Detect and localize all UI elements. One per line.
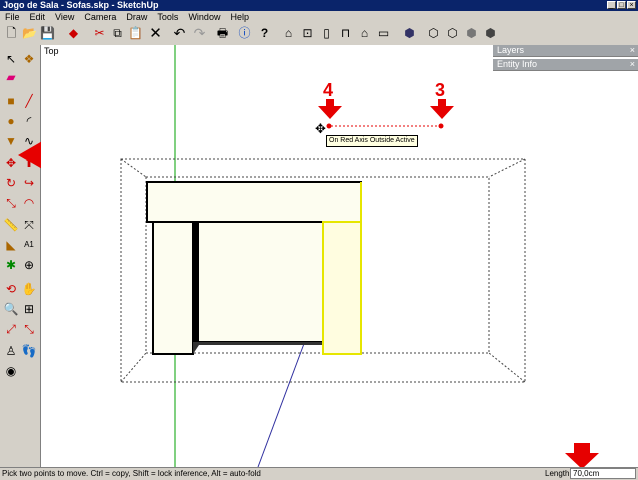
- walk-icon[interactable]: 👣: [21, 343, 37, 359]
- dimension-icon[interactable]: ⤧: [21, 217, 37, 233]
- help-icon[interactable]: ?: [256, 25, 273, 42]
- sofa-shadow-edge: [193, 222, 199, 354]
- open-icon[interactable]: 📂: [21, 25, 38, 42]
- menu-edit[interactable]: Edit: [25, 11, 51, 23]
- protractor-icon[interactable]: ◣: [3, 237, 19, 253]
- maximize-button[interactable]: □: [617, 1, 626, 9]
- iso-view-icon[interactable]: ⌂: [280, 25, 297, 42]
- blue-axis: [257, 340, 306, 467]
- textured-icon[interactable]: ⬢: [482, 25, 499, 42]
- previous-view-icon[interactable]: ⤡: [21, 321, 37, 337]
- menu-camera[interactable]: Camera: [79, 11, 121, 23]
- arc-icon[interactable]: ◜: [21, 113, 37, 129]
- hidden-line-icon[interactable]: ⬡: [444, 25, 461, 42]
- menu-file[interactable]: File: [0, 11, 25, 23]
- tool-palette: ↖ ❖ ▰ ■ ╱ ● ◜ ▼ ∿ ✥ ⬆ ↻ ↪ ⤡ ◠ 📏 ⤧ ◣ A1 ✱…: [0, 45, 44, 467]
- line-icon[interactable]: ╱: [21, 93, 37, 109]
- select-icon[interactable]: ↖: [3, 51, 19, 67]
- new-icon[interactable]: 🗋: [3, 25, 20, 42]
- eraser-icon[interactable]: ▰: [3, 69, 19, 85]
- wireframe-icon[interactable]: ⬡: [425, 25, 442, 42]
- polygon-icon[interactable]: ▼: [3, 133, 19, 149]
- window-title: Jogo de Sala - Sofas.skp - SketchUp: [3, 0, 159, 10]
- entity-info-panel-title: Entity Info: [497, 59, 538, 69]
- info-icon[interactable]: ⓘ: [236, 25, 253, 42]
- annotation-number-3: 3: [435, 80, 446, 100]
- arrow-point-3: [430, 106, 454, 119]
- tape-measure-icon[interactable]: 📏: [3, 217, 19, 233]
- zoom-window-icon[interactable]: ⊞: [21, 301, 37, 317]
- front-view-icon[interactable]: ▯: [318, 25, 335, 42]
- close-button[interactable]: ×: [627, 1, 636, 9]
- make-component-icon[interactable]: ❖: [21, 51, 37, 67]
- menu-window[interactable]: Window: [183, 11, 225, 23]
- arrow-point-4: [318, 106, 342, 119]
- entity-info-panel-header[interactable]: Entity Info ×: [493, 59, 638, 71]
- drawing-viewport[interactable]: Top ✥ 4 3 On Red Axis Outside Active Lay…: [41, 45, 638, 469]
- scale-icon[interactable]: ⤡: [3, 195, 19, 211]
- offset-icon[interactable]: ◠: [21, 195, 37, 211]
- follow-me-icon[interactable]: ↪: [21, 175, 37, 191]
- model-info-icon[interactable]: ◆: [65, 25, 82, 42]
- length-input[interactable]: 70,0cm: [570, 468, 636, 479]
- look-around-icon[interactable]: ◉: [3, 363, 19, 379]
- top-view-icon[interactable]: ⊡: [299, 25, 316, 42]
- sofa-right-arm-selected: [322, 221, 362, 355]
- rectangle-icon[interactable]: ■: [3, 93, 19, 109]
- orbit-icon[interactable]: ⟲: [3, 281, 19, 297]
- redo-icon[interactable]: ↷: [191, 25, 208, 42]
- main-toolbar: 🗋 📂 💾 ◆ ✂ ⧉ 📋 ✕ ↶ ↷ 🖶 ⓘ ? ⌂ ⊡ ▯ ⊓ ⌂ ▭ ⬢ …: [0, 23, 638, 46]
- print-icon[interactable]: 🖶: [214, 25, 231, 42]
- back-view-icon[interactable]: ⌂: [356, 25, 373, 42]
- zoom-icon[interactable]: 🔍: [3, 301, 19, 317]
- right-view-icon[interactable]: ⊓: [337, 25, 354, 42]
- rotate-icon[interactable]: ↻: [3, 175, 19, 191]
- copy-icon[interactable]: ⧉: [109, 25, 126, 42]
- title-bar: Jogo de Sala - Sofas.skp - SketchUp _ □ …: [0, 0, 638, 11]
- inference-tooltip: On Red Axis Outside Active: [326, 135, 418, 147]
- xray-icon[interactable]: ⬢: [401, 25, 418, 42]
- sofa-back: [146, 181, 362, 223]
- menu-bar: File Edit View Camera Draw Tools Window …: [0, 11, 638, 23]
- menu-help[interactable]: Help: [225, 11, 254, 23]
- move-cursor-icon: ✥: [315, 121, 326, 136]
- sofa-left-arm: [152, 221, 194, 355]
- status-bar: Pick two points to move. Ctrl = copy, Sh…: [0, 467, 638, 480]
- text-icon[interactable]: A1: [21, 237, 37, 253]
- length-label: Length: [545, 469, 570, 478]
- position-camera-icon[interactable]: ♙: [3, 343, 19, 359]
- layers-panel-header[interactable]: Layers ×: [493, 45, 638, 57]
- scene-drawing: ✥: [120, 45, 526, 467]
- circle-icon[interactable]: ●: [3, 113, 19, 129]
- menu-view[interactable]: View: [50, 11, 79, 23]
- zoom-extents-icon[interactable]: ⤢: [3, 321, 19, 337]
- shaded-icon[interactable]: ⬢: [463, 25, 480, 42]
- save-icon[interactable]: 💾: [39, 25, 56, 42]
- close-icon[interactable]: ×: [630, 59, 635, 70]
- menu-draw[interactable]: Draw: [121, 11, 152, 23]
- annotation-number-4: 4: [323, 80, 334, 100]
- minimize-button[interactable]: _: [607, 1, 616, 9]
- status-message: Pick two points to move. Ctrl = copy, Sh…: [2, 469, 261, 478]
- paste-icon[interactable]: 📋: [127, 25, 144, 42]
- menu-tools[interactable]: Tools: [152, 11, 183, 23]
- pan-icon[interactable]: ✋: [21, 281, 37, 297]
- window-controls: _ □ ×: [607, 1, 636, 9]
- axes-icon[interactable]: ✱: [3, 257, 19, 273]
- sofa-seat: [192, 221, 324, 343]
- annotation-arrow-bottom: [565, 443, 599, 469]
- cut-icon[interactable]: ✂: [91, 25, 108, 42]
- move-icon[interactable]: ✥: [3, 155, 19, 171]
- 3d-text-icon[interactable]: ⊕: [21, 257, 37, 273]
- layers-panel-title: Layers: [497, 45, 525, 55]
- left-view-icon[interactable]: ▭: [375, 25, 392, 42]
- close-icon[interactable]: ×: [630, 45, 635, 56]
- undo-icon[interactable]: ↶: [171, 25, 188, 42]
- erase-icon[interactable]: ✕: [147, 25, 164, 42]
